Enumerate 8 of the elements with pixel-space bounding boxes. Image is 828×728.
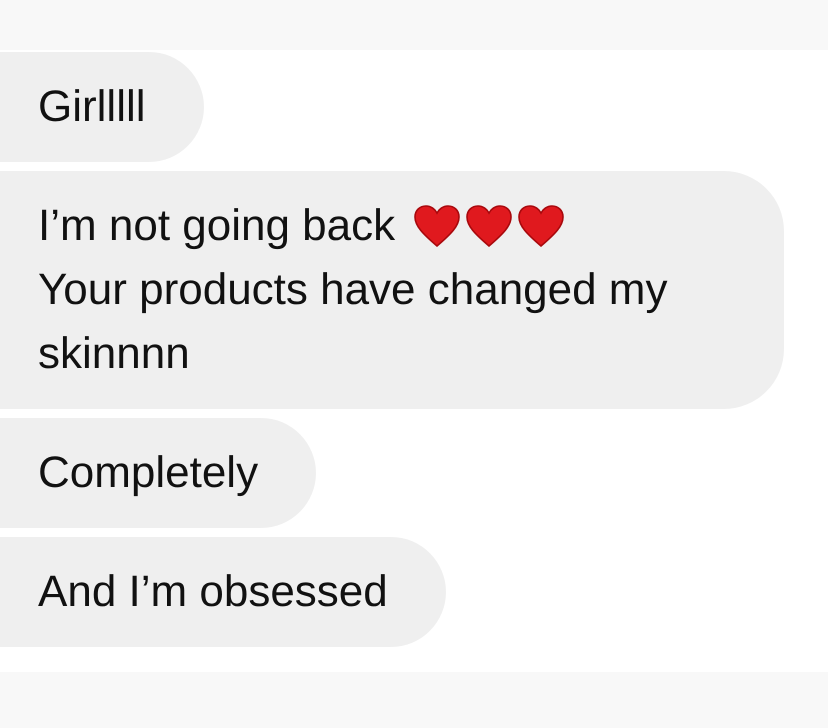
message-text: Girlllll xyxy=(38,81,146,133)
heart-icon xyxy=(413,204,462,248)
message-text: Your products have changed my skinnnn xyxy=(38,264,668,380)
heart-icon xyxy=(517,204,566,248)
message-text: I’m not going back xyxy=(38,200,396,252)
message-text: And I’m obsessed xyxy=(38,566,388,618)
message-text: Completely xyxy=(38,447,258,499)
heart-icon xyxy=(465,204,514,248)
